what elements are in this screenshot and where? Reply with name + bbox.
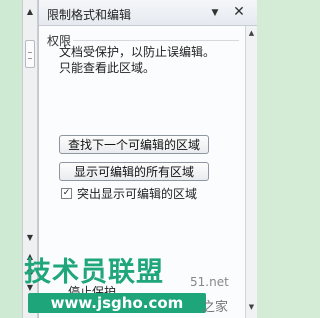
pane-options-dropdown-icon[interactable]: ▼ <box>208 7 222 19</box>
section-divider <box>73 40 239 41</box>
pane-title: 限制格式和编辑 <box>47 8 132 22</box>
pane-scrollbar[interactable]: ▲ ▼ <box>245 26 257 318</box>
watermark-site-text: 51.net <box>190 275 229 289</box>
protection-description-line2: 只能查看此区域。 <box>59 61 156 75</box>
scroll-thumb[interactable] <box>25 40 35 68</box>
document-margin <box>0 0 22 318</box>
pane-scroll-up-icon[interactable]: ▲ <box>246 28 257 38</box>
highlight-checkbox[interactable]: ✓ <box>61 187 72 199</box>
highlight-editable-regions-option[interactable]: ✓ 突出显示可编辑的区域 <box>61 184 197 202</box>
show-all-editable-regions-button[interactable]: 显示可编辑的所有区域 <box>59 162 209 181</box>
pane-close-icon[interactable]: ✕ <box>231 4 247 20</box>
pane-header: 限制格式和编辑 ▼ ✕ <box>39 0 257 26</box>
scroll-up-icon[interactable]: ▲ <box>23 4 37 18</box>
protection-description-line1: 文档受保护，以防止误编辑。 <box>59 45 216 59</box>
find-next-editable-region-button[interactable]: 查找下一个可编辑的区域 <box>59 135 209 154</box>
watermark-home-text: 之家 <box>202 300 229 315</box>
highlight-checkbox-label: 突出显示可编辑的区域 <box>77 186 198 201</box>
watermark-url: www.jsgho.com <box>28 293 206 313</box>
pane-scroll-down-icon[interactable]: ▼ <box>246 302 257 312</box>
watermark-brand: 技术员联盟 <box>24 257 164 288</box>
scroll-down-icon[interactable]: ▼ <box>23 230 37 244</box>
